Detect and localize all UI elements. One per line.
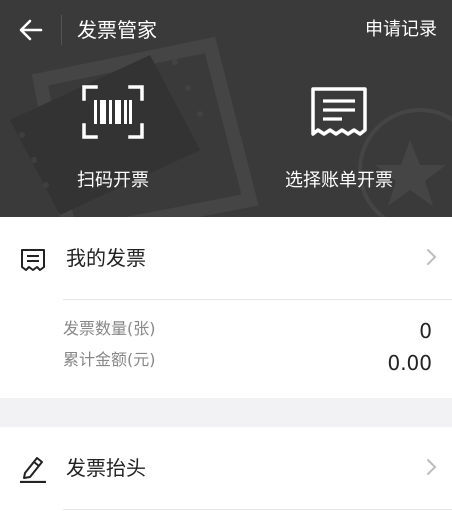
chevron-right-icon: [427, 249, 437, 265]
page-title: 发票管家: [77, 18, 157, 42]
application-history-link[interactable]: 申请记录: [365, 17, 437, 43]
top-bar: 发票管家 申请记录: [0, 0, 452, 60]
row-divider: [63, 509, 452, 510]
select-bill-invoice-label: 选择账单开票: [285, 170, 393, 191]
invoice-count-value: 0: [419, 319, 432, 343]
arrow-left-icon: [19, 19, 43, 41]
scan-invoice-label: 扫码开票: [77, 170, 149, 191]
invoice-header-label: 发票抬头: [66, 456, 146, 480]
back-button[interactable]: [14, 14, 48, 46]
my-invoices-card: 我的发票 发票数量(张) 0 累计金额(元) 0.00: [0, 217, 452, 398]
invoice-header-row[interactable]: 发票抬头: [0, 427, 452, 509]
chevron-right-icon: [427, 459, 437, 475]
total-amount-value: 0.00: [387, 351, 432, 375]
total-amount-label: 累计金额(元): [63, 350, 156, 369]
title-divider: [61, 15, 62, 45]
header-banner: 发票管家 申请记录 扫码开票 选择账单开票: [0, 0, 452, 217]
select-bill-invoice-button[interactable]: 选择账单开票: [276, 80, 402, 192]
scan-invoice-button[interactable]: 扫码开票: [70, 80, 156, 192]
receipt-bill-icon: [307, 80, 371, 144]
barcode-scan-icon: [81, 80, 145, 144]
invoice-list-icon: [21, 249, 45, 271]
my-invoices-row[interactable]: 我的发票: [0, 217, 452, 299]
pencil-edit-icon: [20, 457, 46, 483]
my-invoices-label: 我的发票: [66, 246, 146, 270]
invoice-header-card: 发票抬头: [0, 427, 452, 511]
row-divider: [63, 299, 452, 300]
invoice-count-label: 发票数量(张): [63, 319, 156, 338]
